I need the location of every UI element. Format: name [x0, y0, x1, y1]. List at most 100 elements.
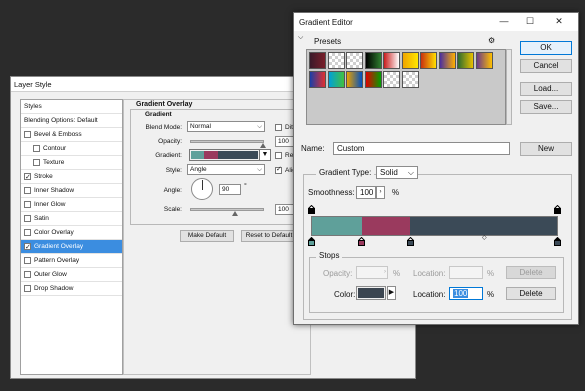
stop-color-fill: [358, 288, 384, 298]
chevron-down-icon: ⌵: [257, 123, 262, 130]
gradient-preview[interactable]: ▼: [189, 149, 271, 161]
scale-slider[interactable]: [190, 208, 264, 211]
styles-list-item[interactable]: Styles: [21, 100, 122, 114]
preset-swatch[interactable]: [327, 52, 345, 69]
styles-list-item[interactable]: Outer Glow: [21, 268, 122, 282]
color-stop-2[interactable]: [358, 237, 365, 246]
styles-list-item[interactable]: Satin: [21, 212, 122, 226]
stop-color-label: Color:: [334, 290, 356, 299]
preset-swatch[interactable]: [383, 52, 400, 69]
styles-list-item[interactable]: Gradient Overlay: [21, 240, 122, 254]
stop-color-swatch[interactable]: [356, 286, 386, 300]
styles-list-item[interactable]: Pattern Overlay: [21, 254, 122, 268]
style-checkbox[interactable]: [24, 229, 31, 236]
gradient-bar[interactable]: [311, 216, 558, 236]
styles-list-item[interactable]: Texture: [21, 156, 122, 170]
style-checkbox[interactable]: [24, 201, 31, 208]
preset-swatch[interactable]: [309, 52, 326, 69]
presets-scrollbar[interactable]: [506, 49, 512, 125]
gradient-type-select[interactable]: Solid ⌵: [376, 166, 418, 179]
scale-slider-handle[interactable]: [232, 211, 238, 216]
angle-dial[interactable]: [191, 178, 213, 200]
presets-label: Presets: [314, 37, 342, 46]
caret-down-icon[interactable]: ▼: [259, 150, 270, 160]
style-label: Styles: [24, 103, 42, 110]
presets-grid: [306, 49, 506, 125]
caret-right-icon[interactable]: ▶: [387, 286, 396, 300]
smoothness-dropdown-icon[interactable]: ›: [376, 186, 385, 199]
color-stop-delete-button[interactable]: Delete: [506, 287, 556, 300]
style-checkbox[interactable]: [24, 285, 31, 292]
preset-swatch[interactable]: [327, 71, 345, 88]
style-checkbox[interactable]: [24, 171, 31, 184]
style-checkbox[interactable]: [24, 271, 31, 278]
load-button[interactable]: Load...: [520, 82, 572, 96]
style-checkbox[interactable]: [33, 145, 40, 152]
preset-swatch[interactable]: [383, 71, 400, 88]
midpoint-diamond-icon[interactable]: ◇: [482, 234, 487, 241]
style-label: Blending Options: Default: [24, 117, 98, 124]
styles-list-item[interactable]: Stroke: [21, 170, 122, 184]
styles-list-item[interactable]: Color Overlay: [21, 226, 122, 240]
preset-swatch[interactable]: [457, 52, 474, 69]
preset-swatch[interactable]: [346, 71, 363, 88]
angle-input[interactable]: 90: [219, 184, 241, 195]
preset-swatch[interactable]: [364, 52, 382, 69]
preset-swatch[interactable]: [438, 52, 456, 69]
styles-list-item[interactable]: Bevel & Emboss: [21, 128, 122, 142]
preset-swatch[interactable]: [364, 71, 382, 88]
styles-list-item[interactable]: Inner Glow: [21, 198, 122, 212]
minimize-icon[interactable]: —: [498, 16, 510, 26]
opacity-slider[interactable]: [190, 140, 264, 143]
stop-color-location-label: Location:: [413, 290, 446, 299]
smoothness-input[interactable]: 100: [356, 186, 376, 199]
opacity-stop-left[interactable]: [308, 205, 315, 214]
color-stop-1[interactable]: [308, 237, 315, 246]
opacity-slider-handle[interactable]: [260, 143, 266, 148]
dither-checkbox[interactable]: [275, 124, 282, 131]
close-icon[interactable]: ✕: [553, 16, 565, 27]
styles-list-item[interactable]: Inner Shadow: [21, 184, 122, 198]
preset-swatch[interactable]: [401, 71, 419, 88]
ok-button[interactable]: OK: [520, 41, 572, 55]
reset-to-default-button[interactable]: Reset to Default: [241, 230, 297, 242]
stop-opacity-unit: %: [393, 269, 401, 278]
style-checkbox[interactable]: [33, 159, 40, 166]
preset-swatch[interactable]: [420, 52, 437, 69]
blend-mode-select[interactable]: Normal ⌵: [187, 121, 265, 132]
styles-list: Styles Blending Options: Default Bevel & E…: [20, 99, 123, 375]
preset-swatch[interactable]: [475, 52, 493, 69]
styles-list-item[interactable]: Drop Shadow: [21, 282, 122, 296]
style-checkbox[interactable]: [24, 187, 31, 194]
gradient-bar-segment-3: [410, 217, 557, 235]
opacity-stop-delete-button[interactable]: Delete: [506, 266, 556, 279]
style-checkbox[interactable]: [24, 215, 31, 222]
preset-swatch[interactable]: [401, 52, 419, 69]
style-checkbox[interactable]: [24, 257, 31, 264]
preset-swatch[interactable]: [309, 71, 326, 88]
stop-opacity-location-input[interactable]: [449, 266, 483, 279]
stop-opacity-input[interactable]: ›: [356, 266, 388, 279]
maximize-icon[interactable]: ☐: [524, 16, 536, 27]
save-button[interactable]: Save...: [520, 100, 572, 114]
style-select[interactable]: Angle ⌵: [187, 164, 265, 175]
make-default-button[interactable]: Make Default: [180, 230, 234, 242]
style-checkbox[interactable]: [24, 131, 31, 138]
gear-icon[interactable]: ⚙: [488, 36, 495, 45]
color-stop-4-selected[interactable]: [554, 237, 561, 246]
reverse-checkbox[interactable]: [275, 152, 282, 159]
collapse-arrow-icon[interactable]: ⌵: [298, 34, 312, 42]
name-input[interactable]: Custom: [333, 142, 510, 155]
preset-swatch[interactable]: [346, 52, 363, 69]
styles-list-item[interactable]: Blending Options: Default: [21, 114, 122, 128]
styles-list-item[interactable]: Contour: [21, 142, 122, 156]
gradient-editor-titlebar[interactable]: Gradient Editor — ☐ ✕: [294, 13, 578, 31]
gradient-overlay-panel: Gradient Overlay Gradient Blend Mode: No…: [123, 99, 311, 375]
stop-color-location-input[interactable]: 100: [449, 287, 483, 300]
style-checkbox[interactable]: [24, 241, 31, 254]
cancel-button[interactable]: Cancel: [520, 59, 572, 73]
color-stop-3[interactable]: [407, 237, 414, 246]
new-button[interactable]: New: [520, 142, 572, 156]
opacity-stop-right[interactable]: [554, 205, 561, 214]
align-checkbox[interactable]: [275, 165, 282, 174]
